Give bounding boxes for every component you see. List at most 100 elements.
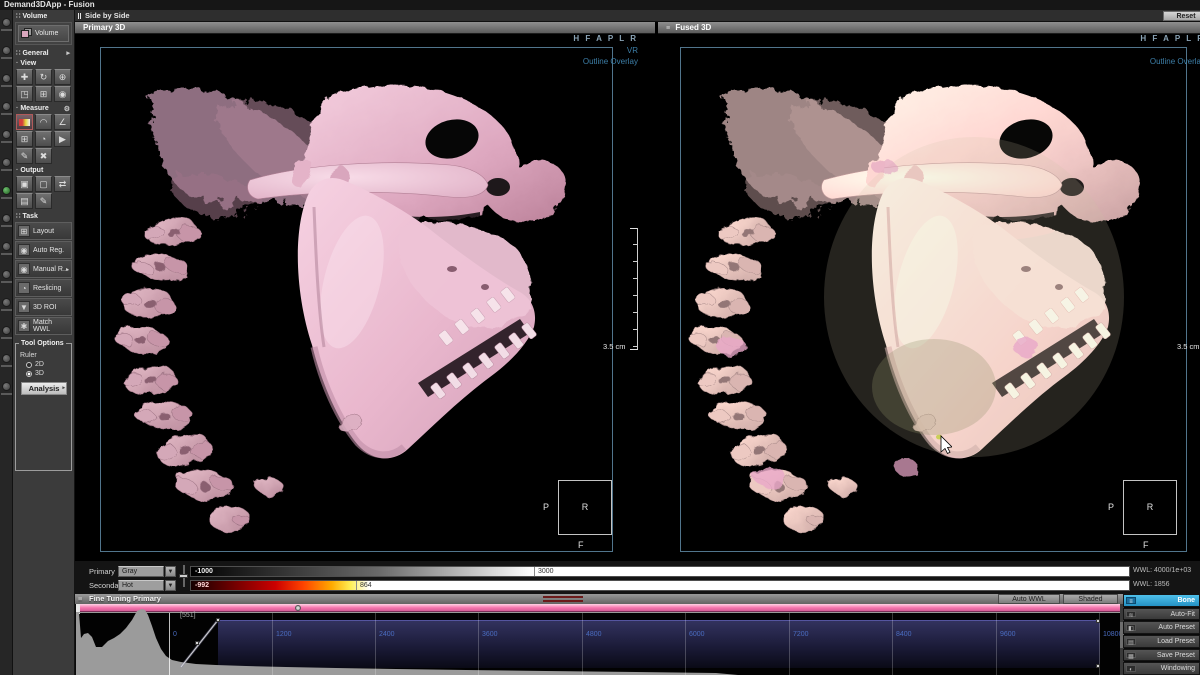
auto-reg-icon: ◉ bbox=[18, 244, 30, 256]
ruler-2d-radio[interactable]: 2D bbox=[26, 361, 68, 368]
strip-tool-icon[interactable] bbox=[2, 46, 11, 55]
strip-tool-icon[interactable] bbox=[2, 18, 11, 27]
axis-tick: 2400 bbox=[379, 631, 395, 638]
windowing-button[interactable]: ◐ Windowing bbox=[1123, 662, 1200, 675]
pan-tool-button[interactable]: ✚ bbox=[16, 69, 33, 85]
primary-render-area[interactable]: H F A P L R VR Outline Overlay 3.5 cm R … bbox=[75, 34, 655, 560]
task-3d-roi-button[interactable]: ▼ 3D ROI bbox=[15, 298, 72, 316]
blend-slider[interactable] bbox=[179, 565, 188, 587]
primary-viewport-header[interactable]: Primary 3D bbox=[75, 22, 655, 34]
reset-button[interactable]: Reset bbox=[1163, 11, 1200, 21]
orient-icon: ◳ bbox=[20, 89, 29, 99]
grid-measure-button[interactable]: ⊞ bbox=[16, 131, 33, 147]
orientation-cube[interactable]: R bbox=[558, 480, 612, 535]
zoom-tool-button[interactable]: ⊕ bbox=[54, 69, 71, 85]
auto-fit-button[interactable]: ≋ Auto-Fit bbox=[1123, 608, 1200, 621]
auto-preset-button[interactable]: ◧ Auto Preset bbox=[1123, 621, 1200, 634]
task-manual-reg-button[interactable]: ◉ Manual R... ▸ bbox=[15, 260, 72, 278]
delete-icon: ✖ bbox=[40, 151, 48, 161]
angle-measure-button[interactable]: ∠ bbox=[54, 114, 71, 130]
submenu-arrow-icon: ▸ bbox=[66, 266, 69, 273]
box-corner-handle[interactable] bbox=[1096, 664, 1100, 668]
primary-range-min: -1000 bbox=[195, 568, 213, 575]
strip-tool-icon-active[interactable] bbox=[2, 186, 11, 195]
wwl-tool-button[interactable] bbox=[16, 114, 33, 130]
snapshot-button[interactable]: ▣ bbox=[16, 176, 33, 192]
primary-colormap-dropdown-icon[interactable]: ▼ bbox=[165, 566, 176, 577]
ramp-top-handle[interactable] bbox=[216, 618, 220, 622]
reset-view-button[interactable]: ◉ bbox=[54, 86, 71, 102]
slider-handle[interactable] bbox=[179, 574, 188, 578]
export-button[interactable]: ⇄ bbox=[54, 176, 71, 192]
box-corner-handle[interactable] bbox=[1096, 619, 1100, 623]
delete-measure-button[interactable]: ✖ bbox=[35, 148, 52, 164]
strip-tool-icon[interactable] bbox=[2, 214, 11, 223]
secondary-colormap-dropdown-icon[interactable]: ▼ bbox=[165, 580, 176, 591]
layout-view-button[interactable]: ⊞ bbox=[35, 86, 52, 102]
strip-tool-icon[interactable] bbox=[2, 242, 11, 251]
rotate-tool-button[interactable]: ↻ bbox=[35, 69, 52, 85]
panel-drag-handle[interactable] bbox=[543, 596, 583, 602]
strip-tool-icon[interactable] bbox=[2, 102, 11, 111]
task-auto-reg-button[interactable]: ◉ Auto Reg. bbox=[15, 241, 72, 259]
axis-tick: 4800 bbox=[586, 631, 602, 638]
orientation-letters: H F A P L R bbox=[1022, 34, 1200, 43]
strip-tool-icon[interactable] bbox=[2, 326, 11, 335]
ruler-3d-radio[interactable]: 3D bbox=[26, 370, 68, 377]
strip-tool-icon[interactable] bbox=[2, 298, 11, 307]
gridline bbox=[892, 613, 893, 675]
roi-measure-button[interactable]: ◔ bbox=[35, 131, 52, 147]
volume-button[interactable]: Volume bbox=[18, 25, 69, 42]
section-grip-icon: ∷ bbox=[16, 50, 20, 57]
windowing-icon: ◐ bbox=[1126, 665, 1136, 672]
save-preset-button[interactable]: ▦ Save Preset bbox=[1123, 649, 1200, 662]
task-layout-button[interactable]: ⊞ Layout bbox=[15, 222, 72, 240]
report-button[interactable]: ✎ bbox=[35, 193, 52, 209]
task-reslicing-button[interactable]: ◔ Reslicing bbox=[15, 279, 72, 297]
bone-preset-button[interactable]: ≡ Bone bbox=[1123, 594, 1200, 607]
analysis-button[interactable]: Analysis ▸ bbox=[21, 382, 67, 395]
fused-3d-viewport[interactable]: ≡ Fused 3D H F A P L R Outline Overlay 3… bbox=[658, 22, 1200, 560]
ramp-mid-handle[interactable] bbox=[195, 641, 199, 645]
fused-render-area[interactable]: H F A P L R Outline Overlay 3.5 cm R P F bbox=[658, 34, 1200, 560]
auto-wwl-button[interactable]: Auto WWL bbox=[998, 594, 1060, 604]
orient-tool-button[interactable]: ◳ bbox=[16, 86, 33, 102]
measure-subsection-header: ·Measure ⚙ bbox=[13, 103, 74, 113]
shaded-button[interactable]: Shaded bbox=[1063, 594, 1118, 604]
gridline bbox=[685, 613, 686, 675]
secondary-colormap-select[interactable]: Hot bbox=[118, 580, 164, 591]
camera-icon: ▣ bbox=[20, 179, 29, 189]
fused-viewport-header[interactable]: ≡ Fused 3D bbox=[658, 22, 1200, 34]
arc-measure-button[interactable]: ◠ bbox=[35, 114, 52, 130]
primary-gradient-bar[interactable]: -1000 3000 bbox=[190, 566, 1130, 577]
strip-tool-icon[interactable] bbox=[2, 382, 11, 391]
print-button[interactable]: ▤ bbox=[16, 193, 33, 209]
wwl-colorbar-icon bbox=[19, 119, 30, 126]
strip-tool-icon[interactable] bbox=[2, 270, 11, 279]
strip-tool-icon[interactable] bbox=[2, 130, 11, 139]
orientation-cube[interactable]: R bbox=[1123, 480, 1177, 535]
strip-tool-icon[interactable] bbox=[2, 158, 11, 167]
secondary-gradient-bar[interactable]: -992 864 bbox=[190, 580, 1130, 591]
primary-3d-viewport[interactable]: Primary 3D H F A P L R VR Outline Overla… bbox=[75, 22, 655, 560]
primary-colormap-select[interactable]: Gray bbox=[118, 566, 164, 577]
section-grip-icon: ∷ bbox=[16, 13, 20, 20]
general-section-header[interactable]: ∷General ▸ bbox=[13, 47, 74, 58]
annotate-button[interactable]: ✎ bbox=[16, 148, 33, 164]
strip-tool-icon[interactable] bbox=[2, 74, 11, 83]
copy-button[interactable]: ▢ bbox=[35, 176, 52, 192]
load-preset-icon: ▤ bbox=[1126, 638, 1136, 645]
histogram-area[interactable]: 0 1200 2400 3600 4800 6000 7200 8400 960… bbox=[76, 604, 1122, 675]
section-expand-icon[interactable]: ▸ bbox=[66, 49, 70, 57]
match-wwl-icon: ✱ bbox=[18, 320, 30, 332]
strip-tool-icon[interactable] bbox=[2, 354, 11, 363]
task-match-wwl-button[interactable]: ✱ Match WWL bbox=[15, 317, 72, 335]
load-preset-button[interactable]: ▤ Load Preset bbox=[1123, 635, 1200, 648]
scale-ruler bbox=[632, 228, 638, 350]
secondary-max-marker[interactable] bbox=[356, 581, 357, 590]
transfer-ramp[interactable] bbox=[76, 604, 276, 675]
primary-max-marker[interactable] bbox=[534, 567, 535, 576]
grip-icon bbox=[78, 13, 81, 19]
measure-settings-icon[interactable]: ⚙ bbox=[64, 105, 70, 113]
probe-measure-button[interactable]: ▶ bbox=[54, 131, 71, 147]
